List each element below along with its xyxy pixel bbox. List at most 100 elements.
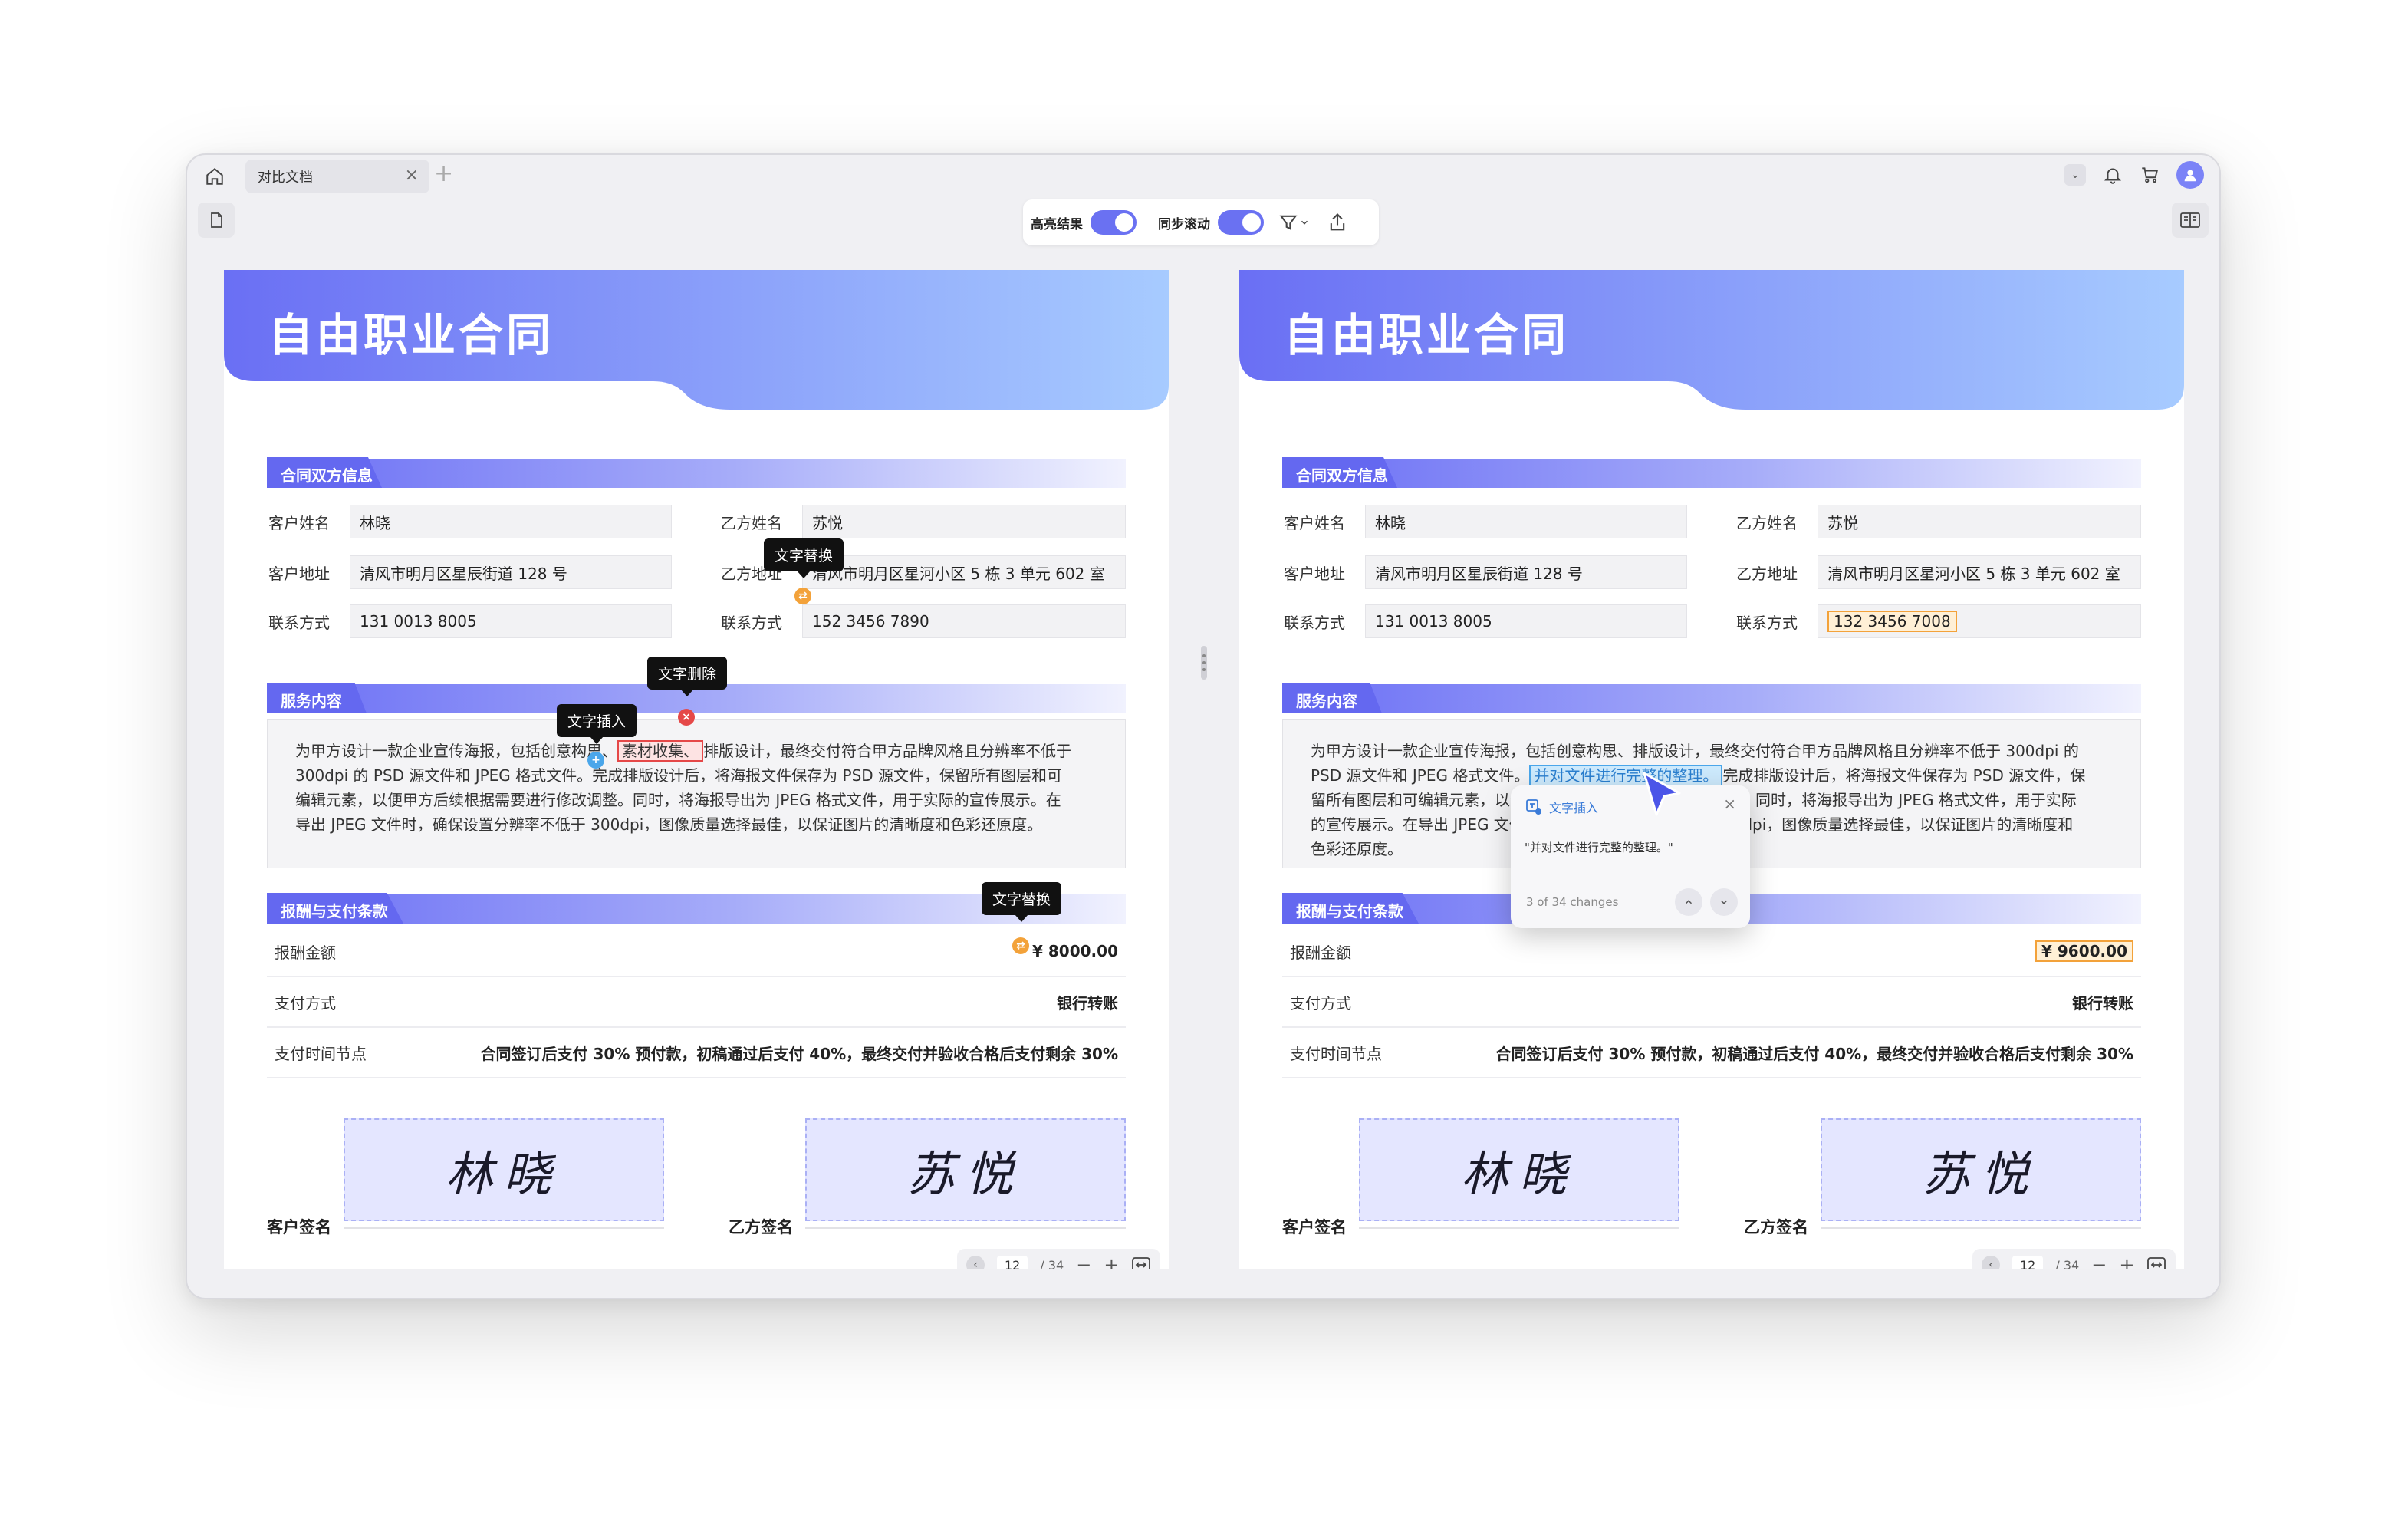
- text-insert-icon: [1526, 799, 1541, 815]
- section-parties-header: 合同双方信息: [267, 457, 1126, 488]
- prev-change-button[interactable]: [1675, 888, 1702, 916]
- party-b-phone-row: 联系方式 132 3456 7008: [1736, 604, 2141, 638]
- chevron-down-icon: [1720, 900, 1728, 904]
- section-title: 报酬与支付条款: [281, 902, 388, 920]
- zoom-out-button[interactable]: −: [2091, 1256, 2107, 1269]
- replace-marker-icon[interactable]: ⇄: [1012, 937, 1029, 954]
- prev-page-icon[interactable]: ‹: [1982, 1256, 2000, 1269]
- zoom-in-button[interactable]: +: [1104, 1256, 1119, 1269]
- document-icon: [211, 212, 222, 228]
- party-b-signature[interactable]: 苏悦: [1821, 1118, 2141, 1221]
- party-b-name-field[interactable]: 苏悦: [1818, 505, 2141, 538]
- highlight-results-label: 高亮结果: [1031, 216, 1083, 232]
- signature-line: [344, 1227, 664, 1229]
- replace-marker-icon[interactable]: ⇄: [794, 588, 811, 604]
- deleted-text-highlight[interactable]: 素材收集、: [617, 740, 703, 762]
- client-signature-label: 客户签名: [267, 1218, 331, 1236]
- document-button[interactable]: [198, 203, 235, 238]
- compare-controls: 高亮结果 同步滚动: [1023, 199, 1379, 245]
- delete-marker-tooltip: 文字删除: [647, 657, 728, 696]
- sync-scroll-label: 同步滚动: [1158, 216, 1210, 232]
- section-title: 服务内容: [1296, 692, 1357, 710]
- service-content-box: 为甲方设计一款企业宣传海报，包括创意构思、 素材收集、 排版设计，最终交付符合甲方品…: [267, 719, 1126, 868]
- filter-icon[interactable]: [1278, 212, 1299, 233]
- client-name-row: 客户姓名 林晓: [268, 505, 672, 538]
- highlight-results-toggle[interactable]: [1091, 210, 1137, 235]
- popup-title: 文字插入: [1549, 801, 1599, 815]
- client-signature[interactable]: 林晓: [344, 1118, 664, 1221]
- window-actions: ⌄: [2064, 161, 2204, 189]
- chevron-up-icon: [1685, 900, 1693, 904]
- section-title: 报酬与支付条款: [1296, 902, 1403, 920]
- document-title: 自由职业合同: [1284, 309, 1570, 361]
- fit-page-icon[interactable]: [1131, 1256, 1151, 1269]
- party-b-phone-field[interactable]: 132 3456 7008: [1818, 604, 2141, 638]
- replaced-text-highlight[interactable]: 132 3456 7008: [1827, 611, 1957, 632]
- client-address-field[interactable]: 清风市明月区星辰街道 128 号: [1365, 555, 1687, 589]
- client-phone-row: 联系方式 131 0013 8005: [1284, 604, 1687, 638]
- zoom-in-button[interactable]: +: [2119, 1256, 2134, 1269]
- bell-icon[interactable]: [2103, 165, 2123, 185]
- page-navigator: ‹ 12 / 34 − +: [1972, 1249, 2176, 1269]
- delete-marker-icon[interactable]: ×: [678, 709, 695, 726]
- party-b-phone-field[interactable]: 152 3456 7890: [802, 604, 1126, 638]
- left-document-pane[interactable]: 自由职业合同 合同双方信息 客户姓名 林晓 客户地址 清风市明月区星辰街道 12…: [224, 270, 1169, 1269]
- tab-compare-docs[interactable]: 对比文档 ×: [245, 160, 429, 193]
- app-window: 对比文档 × + ⌄ 高亮结果 同步滚动 自由职业合同 合同双方信息 客户姓名 …: [186, 153, 2221, 1299]
- change-detail-popup[interactable]: 文字插入 × "并对文件进行完整的整理。" 3 of 34 changes: [1511, 785, 1750, 928]
- party-b-signature[interactable]: 苏悦: [805, 1118, 1126, 1221]
- party-b-name-field[interactable]: 苏悦: [802, 505, 1126, 538]
- party-b-address-field[interactable]: 清风市明月区星河小区 5 栋 3 单元 602 室: [1818, 555, 2141, 589]
- home-icon: [206, 167, 223, 185]
- replace-marker-tooltip: 文字替换: [982, 882, 1062, 922]
- panel-toggle-button[interactable]: [2172, 203, 2209, 238]
- sync-scroll-toggle[interactable]: [1218, 210, 1264, 235]
- inserted-text-highlight[interactable]: 并对文件进行完整的整理。: [1529, 765, 1723, 786]
- signature-line: [1821, 1227, 2141, 1229]
- book-icon: [2180, 212, 2200, 228]
- new-tab-button[interactable]: +: [434, 163, 453, 186]
- client-address-field[interactable]: 清风市明月区星辰街道 128 号: [350, 555, 672, 589]
- replace-marker-tooltip: 文字替换: [764, 538, 844, 578]
- right-document-pane[interactable]: 自由职业合同 合同双方信息 客户姓名 林晓 客户地址 清风市明月区星辰街道 12…: [1239, 270, 2184, 1269]
- mouse-cursor-icon: [1643, 772, 1681, 816]
- table-row: 支付时间节点 合同签订后支付 30% 预付款，初稿通过后支付 40%，最终交付并验…: [267, 1028, 1126, 1078]
- tab-title: 对比文档: [258, 170, 313, 186]
- fit-page-icon[interactable]: [2146, 1256, 2166, 1269]
- section-title: 服务内容: [281, 692, 342, 710]
- tab-list-dropdown[interactable]: ⌄: [2064, 164, 2086, 186]
- party-b-signature-label: 乙方签名: [1744, 1218, 1808, 1236]
- page-total: / 34: [2055, 1257, 2080, 1269]
- page-number-input[interactable]: 12: [997, 1255, 1028, 1269]
- client-signature[interactable]: 林晓: [1359, 1118, 1679, 1221]
- user-avatar[interactable]: [2176, 161, 2204, 189]
- insert-marker-icon[interactable]: +: [587, 752, 604, 769]
- replaced-amount-highlight[interactable]: ¥ 9600.00: [2035, 940, 2133, 962]
- share-icon[interactable]: [1327, 212, 1348, 233]
- cart-icon[interactable]: [2140, 165, 2160, 185]
- prev-page-icon[interactable]: ‹: [966, 1256, 985, 1269]
- next-change-button[interactable]: [1710, 888, 1738, 916]
- party-b-address-field[interactable]: 清风市明月区星河小区 5 栋 3 单元 602 室: [802, 555, 1126, 589]
- client-address-row: 客户地址 清风市明月区星辰街道 128 号: [268, 555, 672, 589]
- tab-close-icon[interactable]: ×: [405, 166, 419, 185]
- home-button[interactable]: [201, 164, 229, 189]
- client-name-field[interactable]: 林晓: [350, 505, 672, 538]
- page-navigator: ‹ 12 / 34 − +: [957, 1249, 1161, 1269]
- change-counter: 3 of 34 changes: [1526, 895, 1619, 909]
- chevron-down-icon[interactable]: [1299, 217, 1310, 228]
- table-row: 支付方式 银行转账: [1282, 977, 2141, 1028]
- pane-resize-handle[interactable]: [1201, 646, 1207, 680]
- table-row: 报酬金额 ¥ 8000.00: [267, 927, 1126, 977]
- client-phone-field[interactable]: 131 0013 8005: [350, 604, 672, 638]
- client-name-field[interactable]: 林晓: [1365, 505, 1687, 538]
- page-number-input[interactable]: 12: [2012, 1255, 2044, 1269]
- client-phone-field[interactable]: 131 0013 8005: [1365, 604, 1687, 638]
- zoom-out-button[interactable]: −: [1076, 1256, 1091, 1269]
- client-signature-label: 客户签名: [1282, 1218, 1347, 1236]
- page-total: / 34: [1040, 1257, 1064, 1269]
- payment-table: 报酬金额 ¥ 9600.00 支付方式 银行转账 支付时间节点 合同签订后支付 30%…: [1282, 927, 2141, 1078]
- section-service-header: 服务内容: [1282, 683, 2141, 713]
- document-title: 自由职业合同: [268, 309, 554, 361]
- popup-close-icon[interactable]: ×: [1723, 795, 1736, 813]
